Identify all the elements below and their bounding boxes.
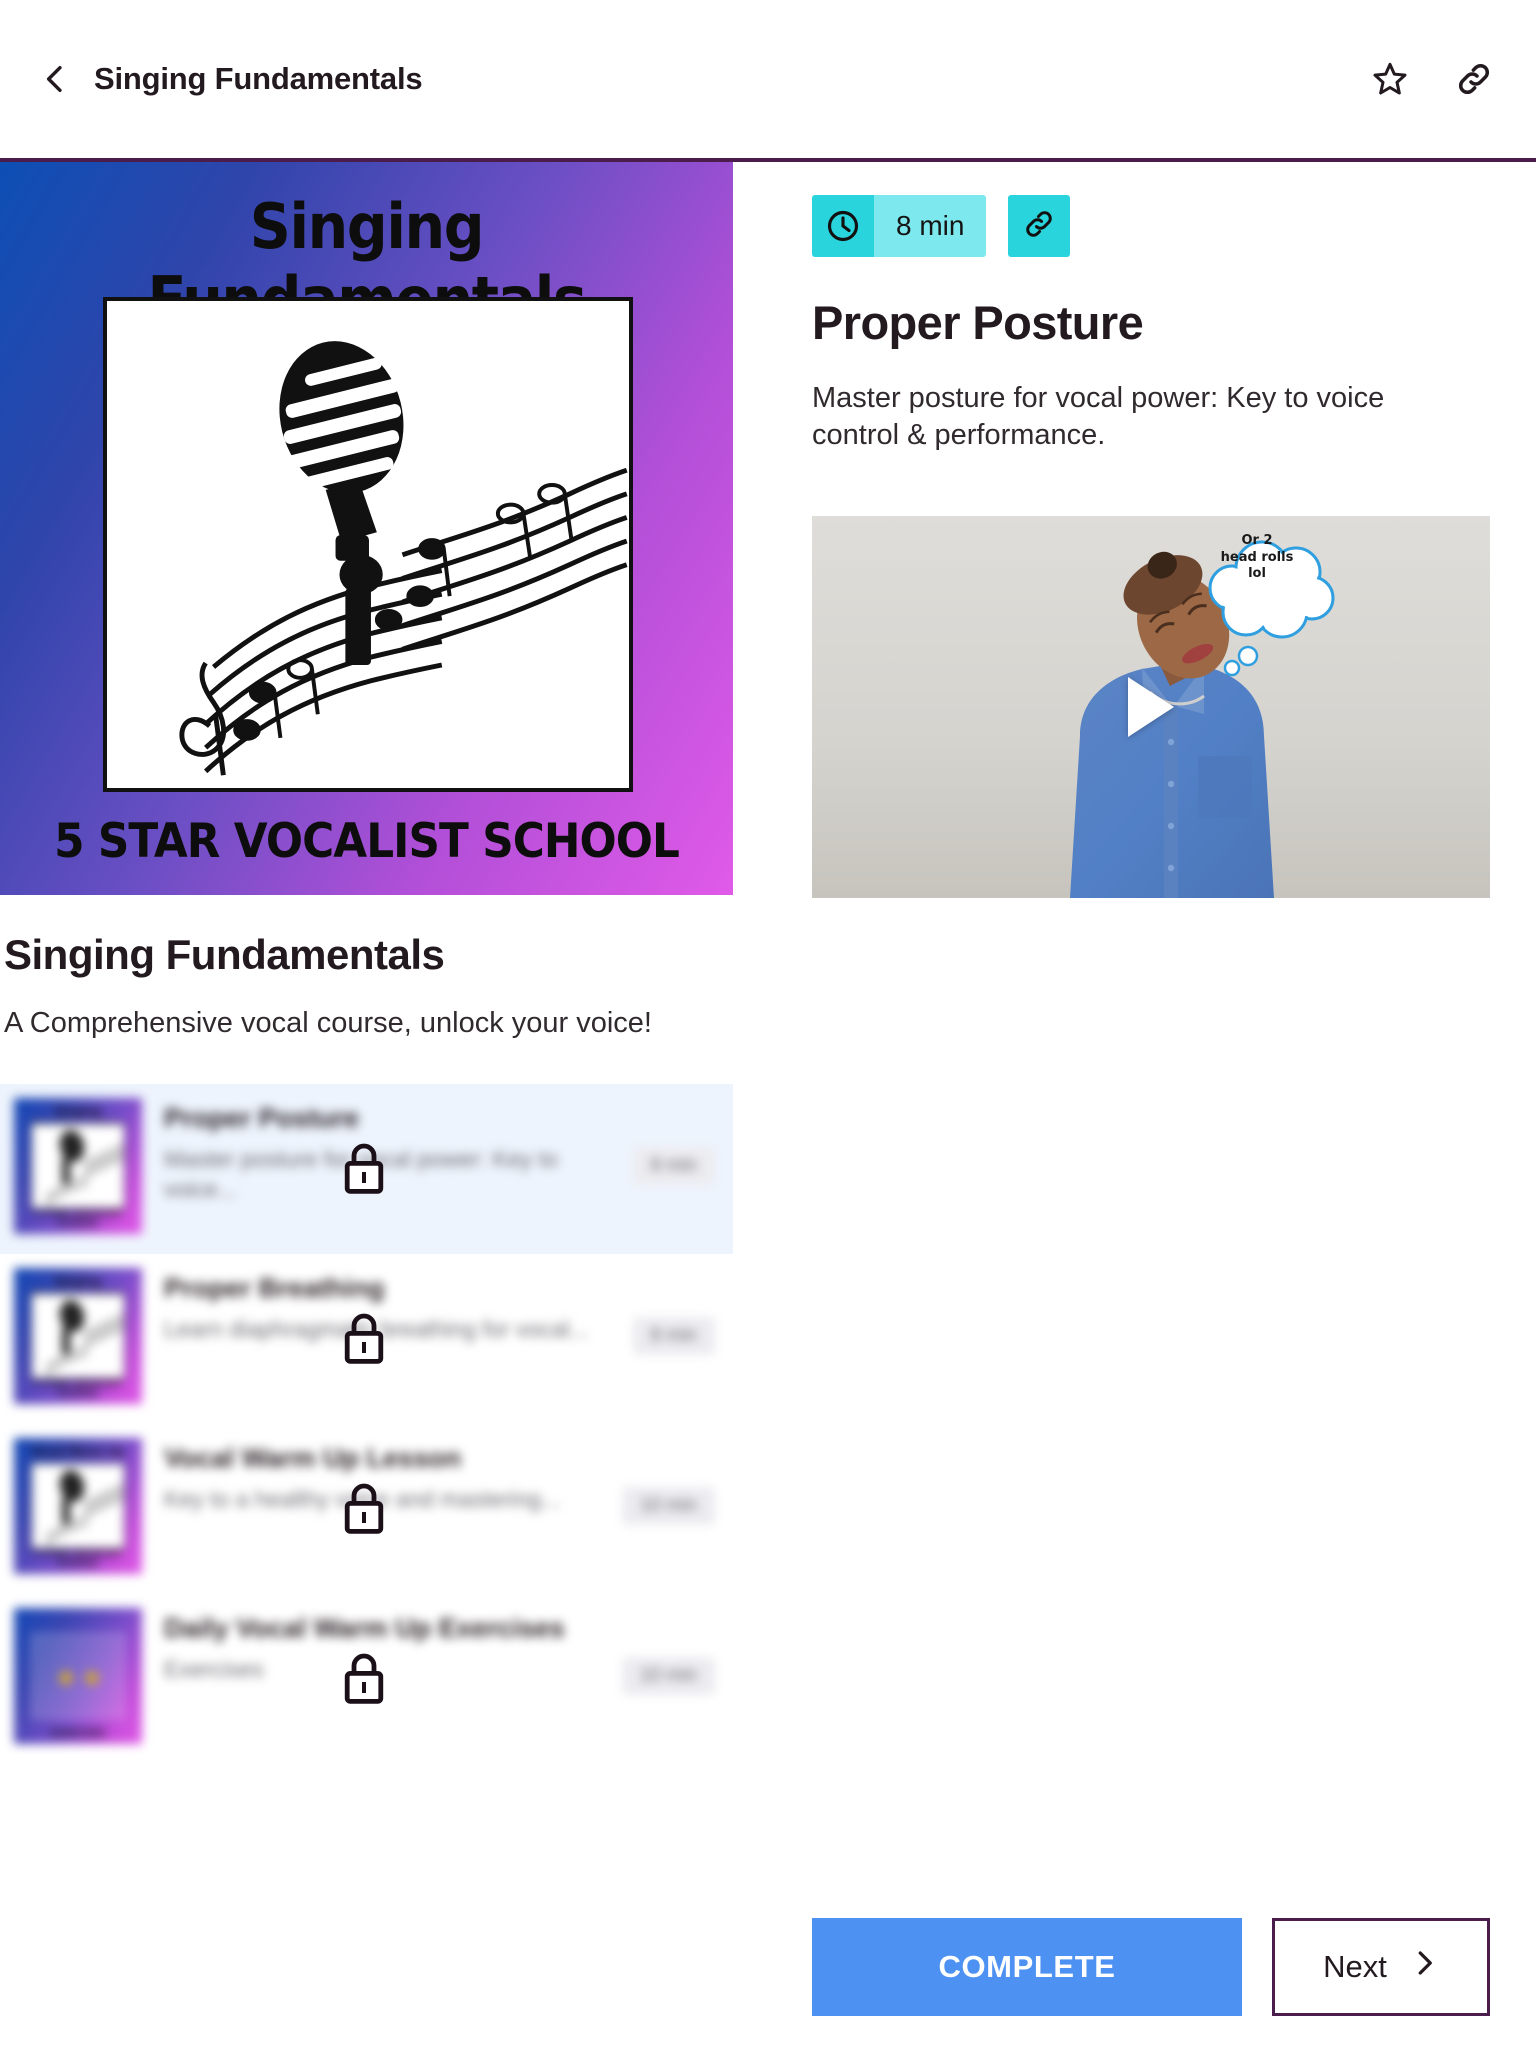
complete-button[interactable]: COMPLETE (812, 1918, 1242, 2016)
lesson-thumb-frame (31, 1293, 125, 1380)
app-header: Singing Fundamentals (0, 0, 1536, 158)
lesson-thumb-title: Vocal Warm Up (31, 1445, 125, 1459)
lesson-list-item[interactable]: Vocal Warm Up 5 STAR VOCALIST SCHOOL Voc… (0, 1424, 733, 1594)
lesson-thumbnail: Vocal Warm Up 5 STAR VOCALIST SCHOOL (14, 1438, 142, 1575)
course-cover-art: Singing Fundamentals (0, 162, 733, 895)
lesson-meta-badges: 8 min (812, 195, 1492, 257)
course-description: A Comprehensive vocal course, unlock you… (4, 1007, 652, 1039)
lock-icon (340, 1651, 388, 1707)
lesson-duration-badge: 8 min (632, 1147, 715, 1186)
exercise-graphic-icon (59, 1671, 99, 1686)
lesson-detail-column: 8 min Proper Posture Master posture for … (812, 162, 1492, 899)
lesson-thumbnail: EXERCISES (14, 1608, 142, 1745)
cover-artwork-frame (103, 297, 633, 792)
lesson-detail-description: Master posture for vocal power: Key to v… (812, 382, 1385, 452)
lesson-thumb-frame (31, 1123, 125, 1210)
next-button[interactable]: Next (1272, 1918, 1490, 2016)
next-button-label: Next (1323, 1949, 1387, 1984)
star-outline-icon[interactable] (1370, 59, 1410, 99)
lesson-thumb-subtitle: 5 STAR VOCALIST SCHOOL (33, 1549, 123, 1570)
course-column: Singing Fundamentals (0, 162, 733, 1764)
microphone-music-staff-icon (45, 1470, 124, 1545)
course-title: Singing Fundamentals (4, 931, 445, 978)
microphone-music-staff-icon (45, 1300, 124, 1375)
lesson-video-player[interactable]: Or 2 head rolls lol (812, 516, 1490, 899)
share-link-button[interactable] (1008, 195, 1071, 257)
lesson-list-item[interactable]: EXERCISES Daily Vocal Warm Up Exercises … (0, 1594, 733, 1764)
link-icon (1022, 207, 1056, 246)
duration-text: 8 min (874, 195, 987, 257)
lock-icon (340, 1141, 388, 1197)
lesson-thumb-frame (31, 1463, 125, 1550)
thought-bubble-text: Or 2 head rolls lol (1220, 533, 1294, 582)
lesson-detail-title: Proper Posture (812, 296, 1144, 349)
microphone-music-staff-icon (45, 1130, 124, 1205)
lesson-list-item[interactable]: Singing Fundamentals (0, 1084, 733, 1255)
header-left-group: Singing Fundamentals (38, 61, 423, 97)
clock-icon (812, 195, 874, 257)
lesson-name: Vocal Warm Up Lesson (164, 1443, 462, 1474)
cover-subtitle: 5 STAR VOCALIST SCHOOL (54, 814, 680, 869)
lesson-thumb-frame (31, 1633, 125, 1720)
lesson-thumbnail: Singing Fundamentals (14, 1098, 142, 1235)
lesson-duration-badge: 10 min (621, 1487, 715, 1526)
lesson-thumb-subtitle: EXERCISES (50, 1729, 106, 1740)
lesson-duration-badge: 8 min (632, 1317, 715, 1356)
chevron-right-icon (1409, 1948, 1439, 1986)
header-actions (1370, 59, 1494, 99)
play-triangle-icon[interactable] (1128, 677, 1174, 738)
lesson-name: Proper Breathing (164, 1273, 385, 1304)
lock-icon (340, 1311, 388, 1367)
duration-badge: 8 min (812, 195, 987, 257)
lock-icon (340, 1481, 388, 1537)
lesson-list-item[interactable]: Singing Fundamentals (0, 1254, 733, 1424)
page-title: Singing Fundamentals (94, 61, 423, 96)
lesson-thumb-subtitle: 5 STAR VOCALIST SCHOOL (33, 1209, 123, 1230)
content-area: Singing Fundamentals (0, 162, 1536, 2048)
lesson-duration-badge: 10 min (621, 1657, 715, 1696)
microphone-music-staff-icon (179, 341, 628, 776)
link-icon[interactable] (1454, 59, 1494, 99)
lesson-footer-actions: COMPLETE Next (812, 1918, 1490, 2016)
lesson-list: Singing Fundamentals (0, 1084, 733, 1764)
back-chevron-icon[interactable] (38, 62, 72, 96)
lesson-name: Proper Posture (164, 1103, 360, 1134)
lesson-name: Daily Vocal Warm Up Exercises (164, 1613, 565, 1644)
lesson-thumbnail: Singing Fundamentals (14, 1268, 142, 1405)
lesson-thumb-subtitle: 5 STAR VOCALIST SCHOOL (33, 1379, 123, 1400)
